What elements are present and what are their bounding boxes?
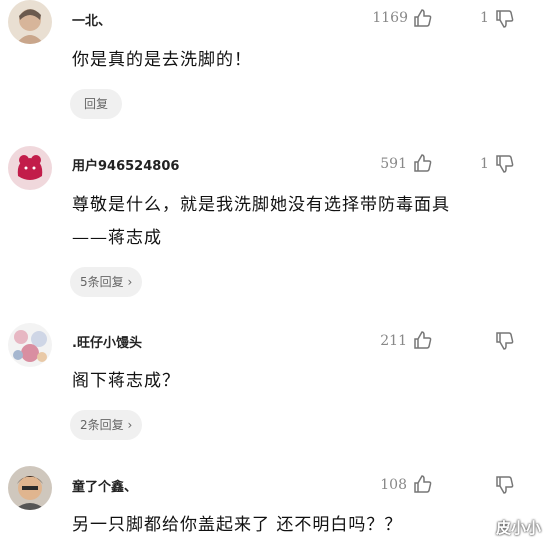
comment-text: 尊敬是什么，就是我洗脚她没有选择带防毒面具 <box>72 195 450 215</box>
thumbs-up-icon[interactable] <box>413 330 433 354</box>
like-count: 211 <box>380 333 407 349</box>
comment-item: 童了个鑫、 108 另一只脚都给你盖起来了 还不明白吗？？ <box>0 463 549 546</box>
comment-text: 另一只脚都给你盖起来了 还不明白吗？？ <box>72 515 403 535</box>
comment-item: 用户946524806 591 1 尊敬是什么，就是我洗脚她没有选择带防毒面具 … <box>0 140 549 305</box>
comment-item: .旺仔小馒头 211 阁下蒋志成？ 2条回复 › <box>0 318 549 448</box>
thumbs-down-icon[interactable] <box>495 9 515 33</box>
reply-button[interactable]: 5条回复 › <box>70 267 143 297</box>
username[interactable]: 一北、 <box>72 10 111 29</box>
dislike-count: 1 <box>480 10 489 26</box>
thumbs-down-icon[interactable] <box>495 475 515 499</box>
comment-text: ——蒋志成 <box>72 228 162 248</box>
thumbs-down-icon[interactable] <box>495 154 515 178</box>
avatar[interactable] <box>8 323 52 367</box>
reply-button[interactable]: 2条回复 › <box>70 410 143 440</box>
avatar[interactable] <box>8 146 52 190</box>
thumbs-up-icon[interactable] <box>413 474 433 498</box>
comment-text: 阁下蒋志成？ <box>72 371 180 391</box>
thumbs-up-icon[interactable] <box>413 153 433 177</box>
username[interactable]: 用户946524806 <box>72 155 179 174</box>
avatar[interactable] <box>8 466 52 510</box>
comment-item: 一北、 1169 1 你是真的是去洗脚的！ 回复 <box>0 0 549 125</box>
like-count: 591 <box>380 156 407 172</box>
watermark: 皮小小 <box>495 519 541 537</box>
comment-text: 你是真的是去洗脚的！ <box>72 50 252 70</box>
like-count: 1169 <box>372 10 408 26</box>
thumbs-down-icon[interactable] <box>495 331 515 355</box>
dislike-count: 1 <box>480 156 489 172</box>
like-count: 108 <box>380 477 407 493</box>
avatar[interactable] <box>8 0 52 44</box>
username[interactable]: .旺仔小馒头 <box>72 332 142 351</box>
username[interactable]: 童了个鑫、 <box>72 476 137 495</box>
reply-button[interactable]: 回复 <box>70 89 122 119</box>
thumbs-up-icon[interactable] <box>413 8 433 32</box>
